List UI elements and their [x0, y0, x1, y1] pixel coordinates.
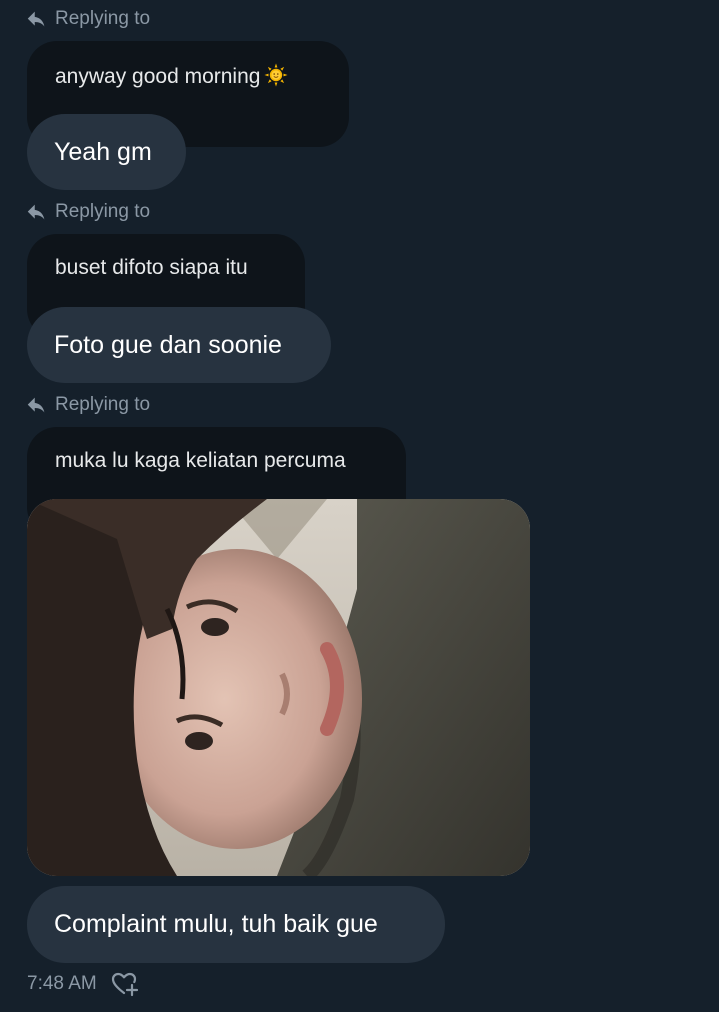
replying-to-text: Replying to: [55, 394, 151, 415]
replying-to-label: Replying to: [26, 198, 150, 226]
sun-with-face-icon: [264, 63, 288, 87]
timestamp: 7:48 AM: [27, 973, 97, 994]
reply-arrow-icon: [27, 204, 45, 219]
photo-attachment[interactable]: [27, 499, 530, 876]
message-bubble[interactable]: Yeah gm: [27, 114, 186, 190]
replying-to-label: Replying to: [26, 5, 150, 33]
reply-arrow-icon: [27, 11, 45, 26]
message-bubble[interactable]: Foto gue dan soonie: [27, 307, 331, 383]
replying-to-text: Replying to: [55, 201, 151, 222]
replying-to-label: Replying to: [26, 391, 150, 419]
message-text: Yeah gm: [54, 137, 152, 166]
quoted-message-text: buset difoto siapa itu: [55, 256, 248, 279]
message-meta: 7:48 AM: [27, 970, 139, 998]
selfie-photo: [27, 499, 530, 876]
heart-plus-icon[interactable]: [111, 971, 139, 997]
replying-to-text: Replying to: [55, 8, 151, 29]
dm-conversation: Replying to anyway good morning Yeah gm: [0, 0, 719, 1012]
quoted-message-text: anyway good morning: [55, 65, 261, 88]
reply-arrow-icon: [27, 397, 45, 412]
quoted-message-text: muka lu kaga keliatan percuma: [55, 449, 346, 472]
message-text: Complaint mulu, tuh baik gue: [54, 910, 378, 938]
message-text: Foto gue dan soonie: [54, 330, 282, 359]
message-bubble[interactable]: Complaint mulu, tuh baik gue: [27, 886, 445, 963]
